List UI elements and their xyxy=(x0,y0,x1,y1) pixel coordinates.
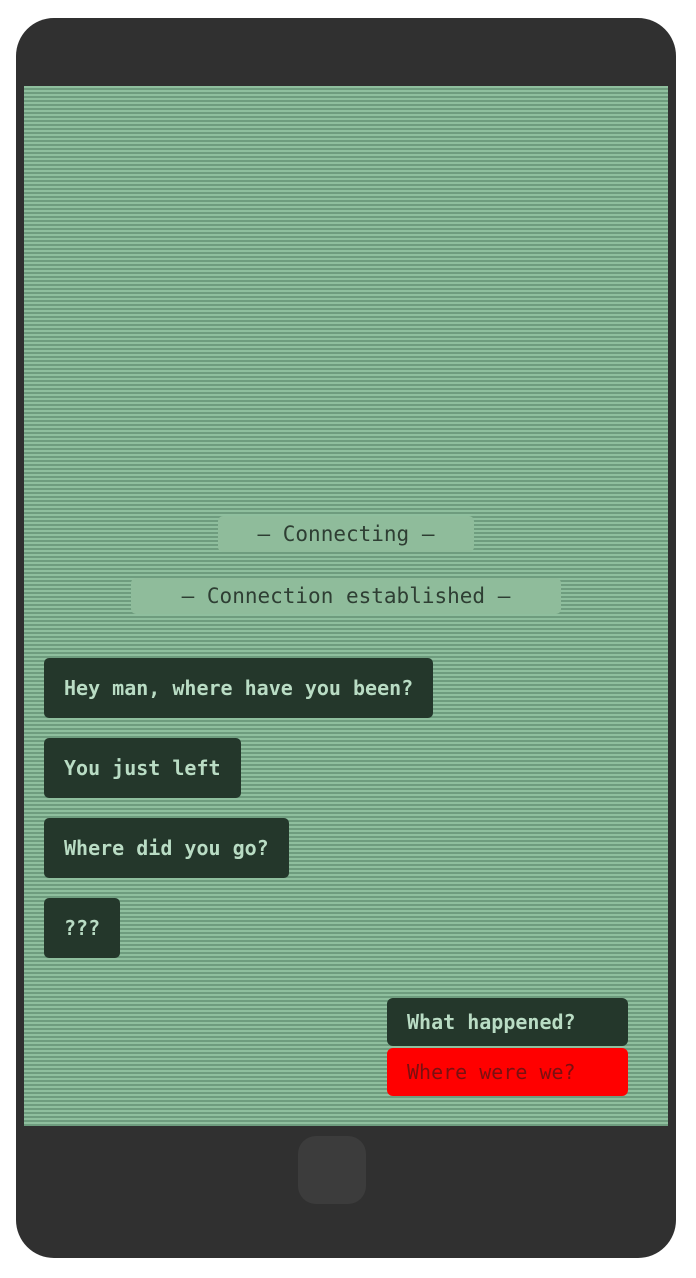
incoming-message: ??? xyxy=(44,898,121,958)
incoming-message: Where did you go? xyxy=(44,818,289,878)
home-button[interactable] xyxy=(298,1136,366,1204)
phone-frame: — Connecting — — Connection established … xyxy=(16,18,676,1258)
reply-option-where-were-we[interactable]: Where were we? xyxy=(387,1048,628,1096)
incoming-message: Hey man, where have you been? xyxy=(44,658,434,718)
chat-screen: — Connecting — — Connection established … xyxy=(24,86,668,1126)
system-message-established: — Connection established — xyxy=(131,578,561,614)
system-message-connecting: — Connecting — xyxy=(218,516,474,552)
reply-option-what-happened[interactable]: What happened? xyxy=(387,998,628,1046)
incoming-message: You just left xyxy=(44,738,241,798)
